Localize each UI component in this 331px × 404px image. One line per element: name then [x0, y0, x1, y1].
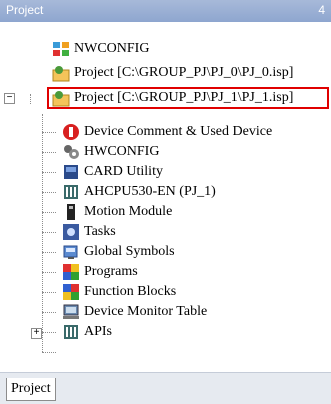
device-monitor-icon	[62, 303, 80, 321]
function-blocks-icon	[62, 283, 80, 301]
project-panel: Project 4 NWCONFIG Project [C:\GROUP_PJ\…	[0, 0, 331, 404]
tree-item-card-utility[interactable]: CARD Utility	[62, 162, 163, 182]
bottom-tab-bar: Project	[0, 372, 331, 404]
tree-item-ahcpu530[interactable]: AHCPU530-EN (PJ_1)	[62, 182, 216, 202]
tree-item-device-comment[interactable]: Device Comment & Used Device	[62, 122, 272, 142]
tree-item-project-pj0[interactable]: Project [C:\GROUP_PJ\PJ_0\PJ_0.isp]	[52, 63, 293, 83]
tree-item-label: Tasks	[84, 224, 116, 239]
tree-item-hwconfig[interactable]: HWCONFIG	[62, 142, 159, 162]
tree-guide-line	[42, 292, 56, 293]
tab-project[interactable]: Project	[6, 378, 56, 401]
panel-title-bar[interactable]: Project 4	[0, 0, 331, 22]
tree-item-tasks[interactable]: Tasks	[62, 222, 116, 242]
tree-item-motion-module[interactable]: Motion Module	[62, 202, 172, 222]
apis-icon	[62, 323, 80, 341]
tree-item-function-blocks[interactable]: Function Blocks	[62, 282, 176, 302]
tree-guide-line	[42, 114, 43, 352]
tree-item-label: Global Symbols	[84, 244, 175, 259]
tree-item-label: AHCPU530-EN (PJ_1)	[84, 184, 216, 199]
tasks-icon	[62, 223, 80, 241]
card-utility-icon	[62, 163, 80, 181]
tree-item-label: NWCONFIG	[74, 41, 150, 56]
tree-guide-line	[42, 272, 56, 273]
network-config-icon	[52, 40, 70, 58]
tree-guide-line	[42, 212, 56, 213]
tree-guide-line	[42, 232, 56, 233]
tree-item-label: Programs	[84, 264, 138, 279]
panel-title: Project	[6, 3, 44, 17]
tree-guide-line	[42, 192, 56, 193]
hardware-config-icon	[62, 143, 80, 161]
device-comment-icon	[62, 123, 80, 141]
tree-item-global-symbols[interactable]: Global Symbols	[62, 242, 175, 262]
tree-item-apis[interactable]: APIs	[62, 322, 112, 342]
project-tree: NWCONFIG Project [C:\GROUP_PJ\PJ_0\PJ_0.…	[0, 22, 331, 372]
tree-item-label: Project [C:\GROUP_PJ\PJ_0\PJ_0.isp]	[74, 65, 294, 80]
tree-guide-line	[42, 332, 56, 333]
tree-item-label: HWCONFIG	[84, 144, 160, 159]
project-icon	[52, 64, 70, 82]
tree-item-label: Motion Module	[84, 204, 173, 219]
tree-guide-line	[42, 152, 56, 153]
tree-guide-line	[42, 172, 56, 173]
tree-item-device-monitor-table[interactable]: Device Monitor Table	[62, 302, 207, 322]
tree-guide-line	[30, 94, 31, 104]
highlight-box	[47, 87, 329, 109]
tree-item-label: CARD Utility	[84, 164, 163, 179]
tree-guide-line	[42, 252, 56, 253]
tree-item-label: Function Blocks	[84, 284, 177, 299]
cpu-module-icon	[62, 183, 80, 201]
tree-guide-line	[42, 312, 56, 313]
tree-item-nwconfig[interactable]: NWCONFIG	[52, 39, 149, 59]
programs-icon	[62, 263, 80, 281]
tree-item-programs[interactable]: Programs	[62, 262, 138, 282]
tree-item-label: APIs	[84, 324, 113, 339]
tree-item-label: Device Comment & Used Device	[84, 124, 273, 139]
collapse-icon[interactable]: −	[4, 93, 15, 104]
global-symbols-icon	[62, 243, 80, 261]
tree-item-label: Device Monitor Table	[84, 304, 208, 319]
motion-module-icon	[62, 203, 80, 221]
pin-icon[interactable]: 4	[318, 3, 325, 17]
expand-icon[interactable]: +	[31, 328, 42, 339]
tree-guide-line	[42, 132, 56, 133]
tree-guide-line	[42, 352, 56, 353]
